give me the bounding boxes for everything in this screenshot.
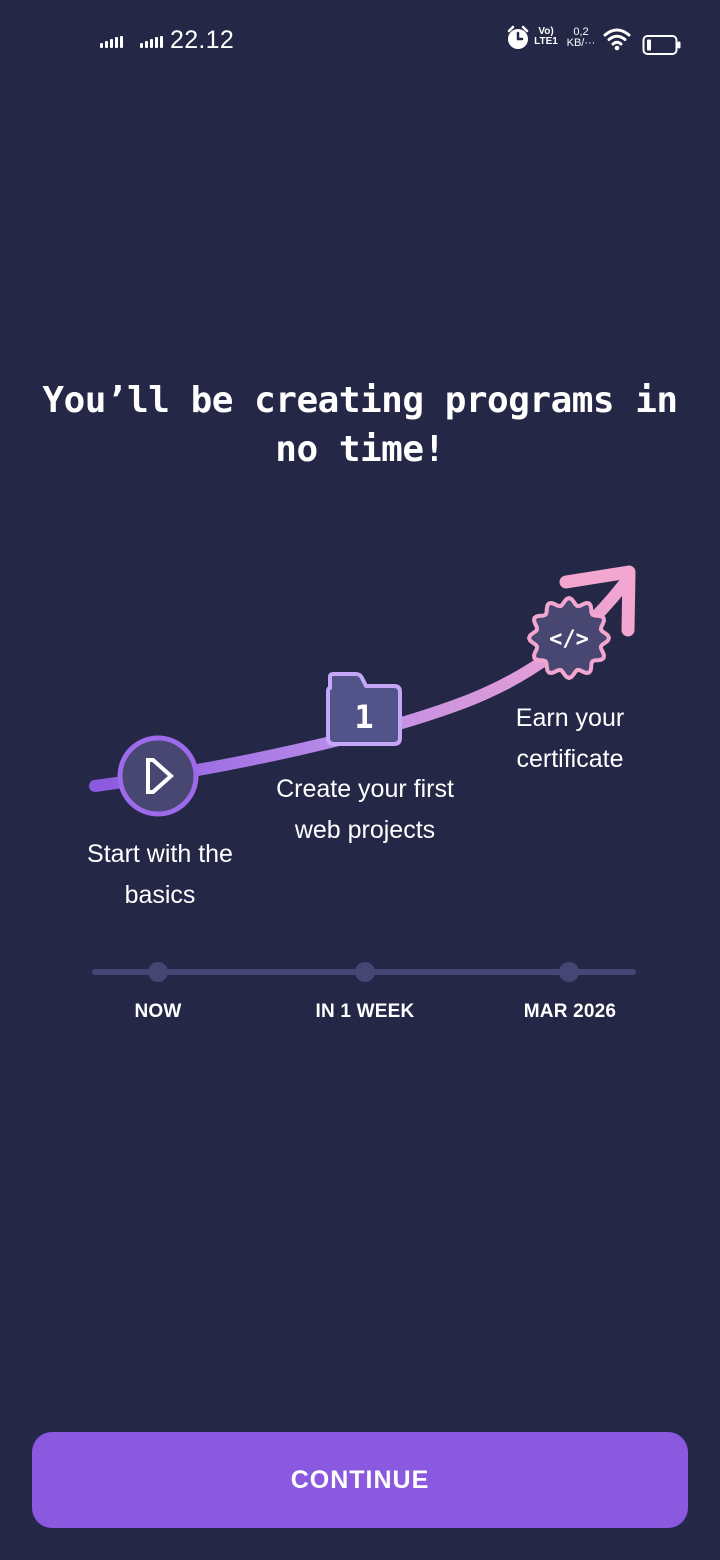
continue-button[interactable]: CONTINUE bbox=[32, 1432, 688, 1528]
volte-indicator: Vo) LTE1 bbox=[534, 26, 558, 47]
milestone-label-basics: Start with the basics bbox=[87, 840, 233, 909]
wifi-icon bbox=[603, 28, 631, 51]
network-speed: 0,2 KB/··· bbox=[566, 26, 596, 49]
status-bar: 22.12 Vo) LTE1 0,2 KB/··· bbox=[0, 0, 720, 80]
folder-badge: 1 bbox=[354, 698, 373, 736]
timeline bbox=[92, 960, 636, 984]
certificate-badge: </> bbox=[549, 627, 589, 652]
timeline-label-date: MAR 2026 bbox=[523, 1001, 617, 1022]
page-title: You’ll be creating programs in no time! bbox=[42, 380, 678, 470]
status-time: 22.12 bbox=[170, 26, 235, 54]
play-icon bbox=[117, 735, 199, 817]
timeline-label-now: NOW bbox=[134, 1001, 182, 1022]
timeline-dot-now bbox=[148, 962, 168, 982]
milestone-label-certificate: Earn your certificate bbox=[515, 704, 625, 773]
timeline-dot-mar bbox=[559, 962, 579, 982]
milestone-label-projects: Create your first web projects bbox=[276, 775, 454, 844]
battery-icon bbox=[642, 35, 681, 55]
timeline-dot-week bbox=[355, 962, 375, 982]
alarm-icon bbox=[507, 25, 529, 49]
timeline-label-week: IN 1 WEEK bbox=[315, 1001, 415, 1022]
folder-icon: 1 bbox=[326, 672, 402, 746]
